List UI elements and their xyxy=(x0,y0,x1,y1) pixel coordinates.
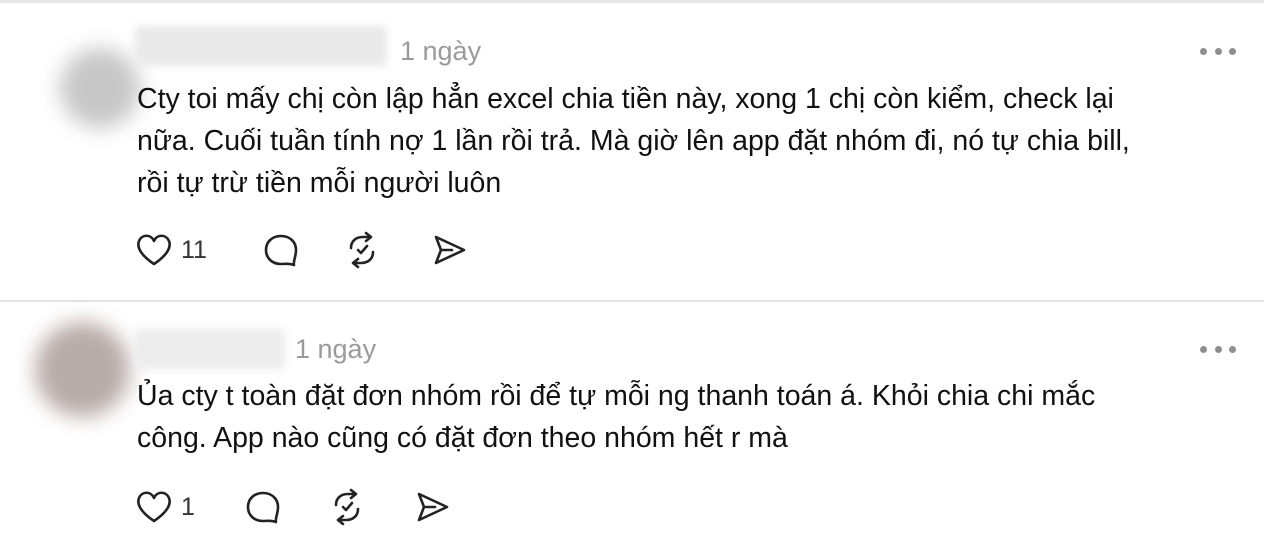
repost-button[interactable] xyxy=(328,487,366,527)
comment-icon xyxy=(264,234,298,267)
comment-icon xyxy=(246,491,280,524)
comment-item: 1 ngày Ủa cty t toàn đặt đơn nhóm rồi để… xyxy=(0,302,1264,556)
share-button[interactable] xyxy=(415,487,451,527)
comment-text: Ủa cty t toàn đặt đơn nhóm rồi để tự mỗi… xyxy=(137,380,1096,454)
share-button[interactable] xyxy=(432,230,468,270)
share-icon xyxy=(417,492,449,522)
avatar[interactable] xyxy=(60,48,140,128)
heart-icon xyxy=(137,491,171,523)
username-redacted[interactable] xyxy=(135,329,285,369)
comment-item: 1 ngày Cty toi mấy chị còn lập hẳn excel… xyxy=(0,3,1264,300)
timestamp: 1 ngày xyxy=(400,36,482,66)
username-redacted[interactable] xyxy=(135,26,387,66)
repost-icon xyxy=(334,488,360,526)
share-icon xyxy=(434,235,466,265)
timestamp: 1 ngày xyxy=(295,334,377,364)
like-count: 1 xyxy=(181,492,195,521)
avatar[interactable] xyxy=(35,322,130,417)
like-count: 11 xyxy=(181,235,207,264)
comment-button[interactable] xyxy=(245,487,281,527)
comment-text: Cty toi mấy chị còn lập hẳn excel chia t… xyxy=(137,83,1130,199)
more-icon[interactable] xyxy=(1200,45,1236,57)
heart-icon xyxy=(137,234,171,266)
like-button[interactable]: 1 xyxy=(135,487,195,527)
repost-button[interactable] xyxy=(343,230,381,270)
more-icon[interactable] xyxy=(1200,343,1236,355)
repost-icon xyxy=(349,231,375,269)
like-button[interactable]: 11 xyxy=(135,230,207,270)
comment-button[interactable] xyxy=(263,230,299,270)
